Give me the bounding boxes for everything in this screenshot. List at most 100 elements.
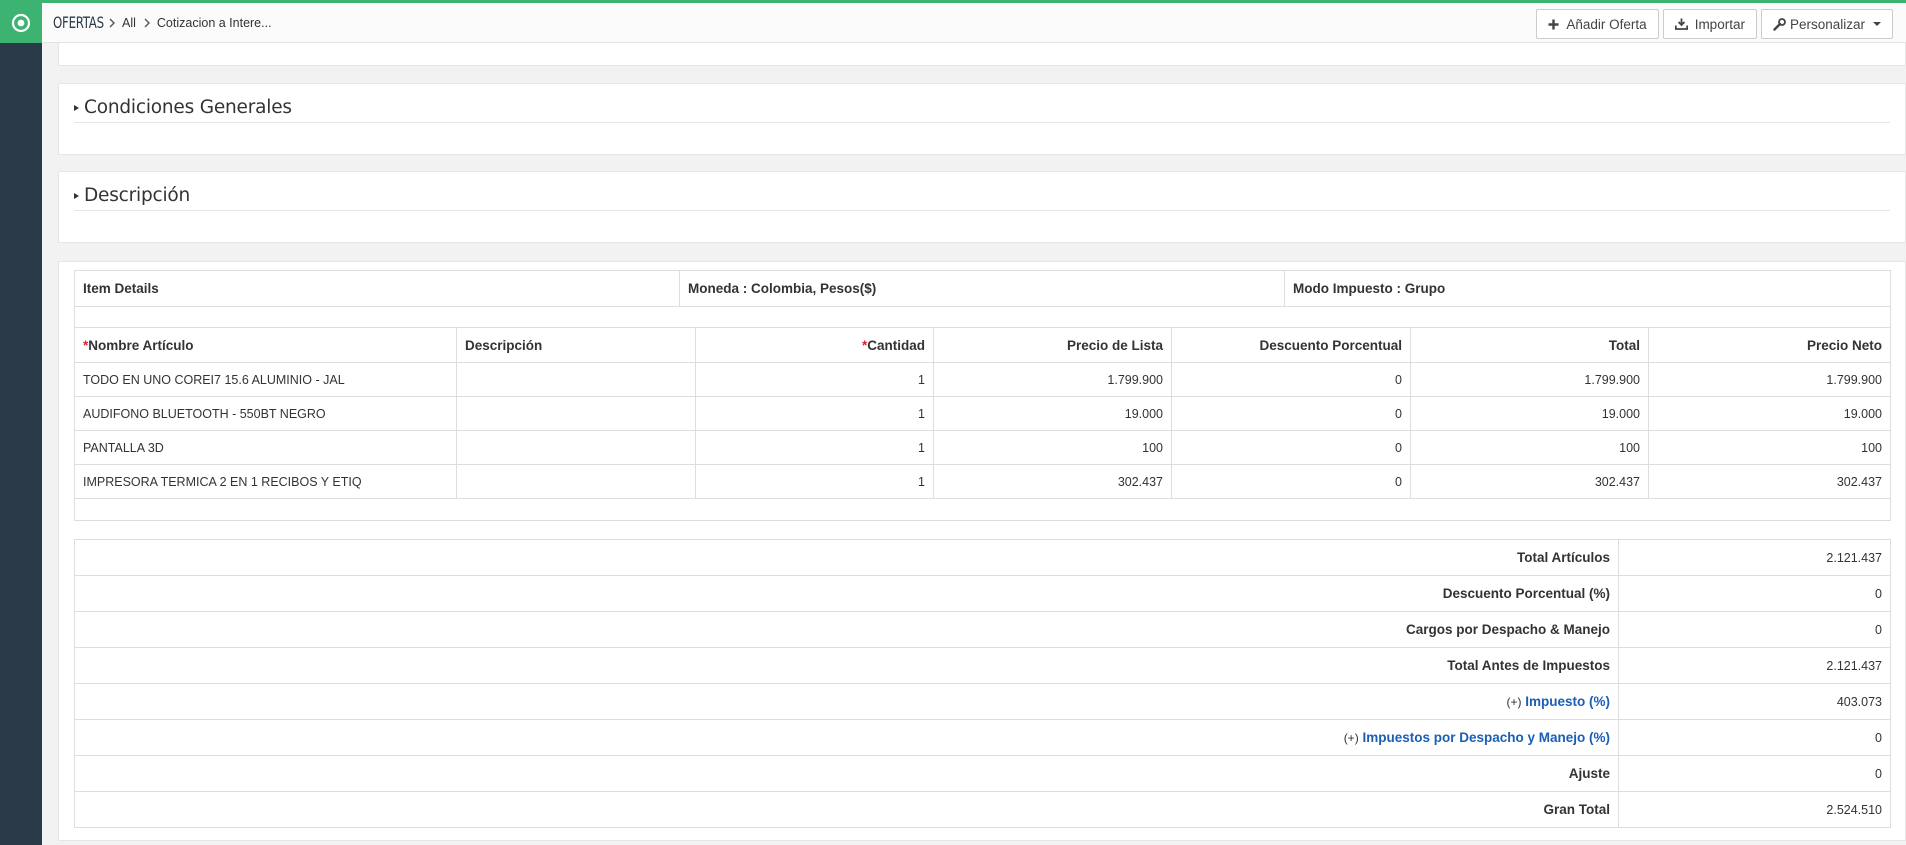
item-quantity: 1 (695, 430, 934, 465)
col-discount-header: Descuento Porcentual (1171, 327, 1411, 363)
item-name: PANTALLA 3D (74, 430, 457, 465)
item-net-price: 100 (1648, 430, 1891, 465)
grand-total-value: 2.524.510 (1618, 791, 1891, 828)
general-conditions-title: Condiciones Generales (84, 97, 292, 118)
discount-percent-value: 0 (1618, 575, 1891, 612)
shipping-tax-link[interactable]: Impuestos por Despacho y Manejo (%) (1362, 730, 1610, 745)
info-spacer-row (74, 306, 1891, 328)
item-name: AUDIFONO BLUETOOTH - 550BT NEGRO (74, 396, 457, 431)
download-icon (1674, 18, 1688, 30)
general-conditions-header[interactable]: Condiciones Generales (74, 93, 1890, 123)
totals-row: Descuento Porcentual (%) 0 (74, 575, 1891, 612)
breadcrumb-all[interactable]: All (122, 16, 136, 30)
caret-right-icon (74, 192, 79, 199)
col-name-header: *Nombre Artículo (74, 327, 457, 363)
item-description (456, 362, 696, 397)
totals-row: Total Artículos 2.121.437 (74, 539, 1891, 576)
breadcrumb-record[interactable]: Cotizacion a Intere... (157, 16, 272, 30)
totals-row: Total Antes de Impuestos 2.121.437 (74, 647, 1891, 684)
plus-icon (1548, 19, 1559, 30)
item-info-table: Item Details Moneda : Colombia, Pesos($)… (74, 270, 1891, 328)
wrench-icon (1773, 17, 1786, 31)
item-name: TODO EN UNO COREI7 15.6 ALUMINIO - JAL (74, 362, 457, 397)
items-header-row: *Nombre Artículo Descripción *Cantidad P… (74, 327, 1891, 363)
total-items-value: 2.121.437 (1618, 539, 1891, 576)
item-discount: 0 (1171, 464, 1411, 499)
item-description (456, 464, 696, 499)
adjustment-label: Ajuste (74, 755, 1619, 792)
item-net-price: 302.437 (1648, 464, 1891, 499)
totals-row: (+) Impuestos por Despacho y Manejo (%) … (74, 719, 1891, 756)
pre-tax-total-label: Total Antes de Impuestos (74, 647, 1619, 684)
module-title[interactable]: OFERTAS (53, 13, 104, 32)
col-list-price-header: Precio de Lista (933, 327, 1172, 363)
shipping-charges-label: Cargos por Despacho & Manejo (74, 611, 1619, 648)
customize-label: Personalizar (1789, 16, 1865, 32)
description-header[interactable]: Descripción (74, 181, 1890, 211)
total-items-label: Total Artículos (74, 539, 1619, 576)
totals-row: Ajuste 0 (74, 755, 1891, 792)
import-label: Importar (1694, 16, 1745, 32)
previous-section-panel (58, 43, 1906, 66)
pre-tax-total-value: 2.121.437 (1618, 647, 1891, 684)
item-discount: 0 (1171, 430, 1411, 465)
app-logo[interactable] (0, 3, 42, 43)
adjustment-value: 0 (1618, 755, 1891, 792)
items-spacer-row (74, 498, 1891, 521)
tax-value: 403.073 (1618, 683, 1891, 720)
item-net-price: 1.799.900 (1648, 362, 1891, 397)
item-list-price: 19.000 (933, 396, 1172, 431)
shipping-tax-label-cell: (+) Impuestos por Despacho y Manejo (%) (74, 719, 1619, 756)
table-row: AUDIFONO BLUETOOTH - 550BT NEGRO 1 19.00… (74, 396, 1891, 431)
item-quantity: 1 (695, 396, 934, 431)
col-quantity-header: *Cantidad (695, 327, 934, 363)
item-description (456, 430, 696, 465)
col-net-price-header: Precio Neto (1648, 327, 1891, 363)
add-offer-button[interactable]: Añadir Oferta (1536, 9, 1659, 39)
header-actions: Añadir Oferta Importar Personalizar (1536, 9, 1893, 39)
item-total: 1.799.900 (1410, 362, 1649, 397)
item-total: 19.000 (1410, 396, 1649, 431)
tax-label-cell: (+) Impuesto (%) (74, 683, 1619, 720)
item-details-label: Item Details (74, 270, 680, 307)
item-total: 100 (1410, 430, 1649, 465)
discount-percent-label: Descuento Porcentual (%) (74, 575, 1619, 612)
add-offer-label: Añadir Oferta (1566, 16, 1647, 32)
caret-down-icon (1873, 22, 1881, 26)
plus-prefix: (+) (1343, 731, 1359, 745)
grand-total-label: Gran Total (74, 791, 1619, 828)
general-conditions-panel: Condiciones Generales (58, 83, 1906, 155)
item-list-price: 302.437 (933, 464, 1172, 499)
import-button[interactable]: Importar (1662, 9, 1757, 39)
description-title: Descripción (84, 185, 191, 206)
tax-link[interactable]: Impuesto (%) (1525, 694, 1610, 709)
item-quantity: 1 (695, 464, 934, 499)
shipping-tax-value: 0 (1618, 719, 1891, 756)
logo-icon (11, 13, 31, 33)
caret-right-icon (74, 104, 79, 111)
item-net-price: 19.000 (1648, 396, 1891, 431)
col-total-header: Total (1410, 327, 1649, 363)
col-quantity-label: Cantidad (867, 337, 925, 353)
plus-prefix: (+) (1506, 695, 1522, 709)
item-name: IMPRESORA TERMICA 2 EN 1 RECIBOS Y ETIQ (74, 464, 457, 499)
totals-table: Total Artículos 2.121.437 Descuento Porc… (74, 539, 1891, 828)
item-list-price: 1.799.900 (933, 362, 1172, 397)
item-discount: 0 (1171, 396, 1411, 431)
description-panel: Descripción (58, 171, 1906, 243)
item-total: 302.437 (1410, 464, 1649, 499)
currency-label: Moneda : Colombia, Pesos($) (679, 270, 1285, 307)
table-row: TODO EN UNO COREI7 15.6 ALUMINIO - JAL 1… (74, 362, 1891, 397)
customize-button[interactable]: Personalizar (1760, 9, 1893, 39)
col-name-label: Nombre Artículo (88, 337, 194, 353)
chevron-right-icon (105, 18, 119, 28)
sidebar (0, 0, 42, 845)
totals-row: Cargos por Despacho & Manejo 0 (74, 611, 1891, 648)
tax-mode-label: Modo Impuesto : Grupo (1284, 270, 1891, 307)
header-bar: OFERTAS All Cotizacion a Intere... Añadi… (42, 3, 1906, 43)
item-quantity: 1 (695, 362, 934, 397)
item-details-panel: Item Details Moneda : Colombia, Pesos($)… (58, 261, 1906, 841)
item-description (456, 396, 696, 431)
table-row: PANTALLA 3D 1 100 0 100 100 (74, 430, 1891, 465)
col-description-header: Descripción (456, 327, 696, 363)
